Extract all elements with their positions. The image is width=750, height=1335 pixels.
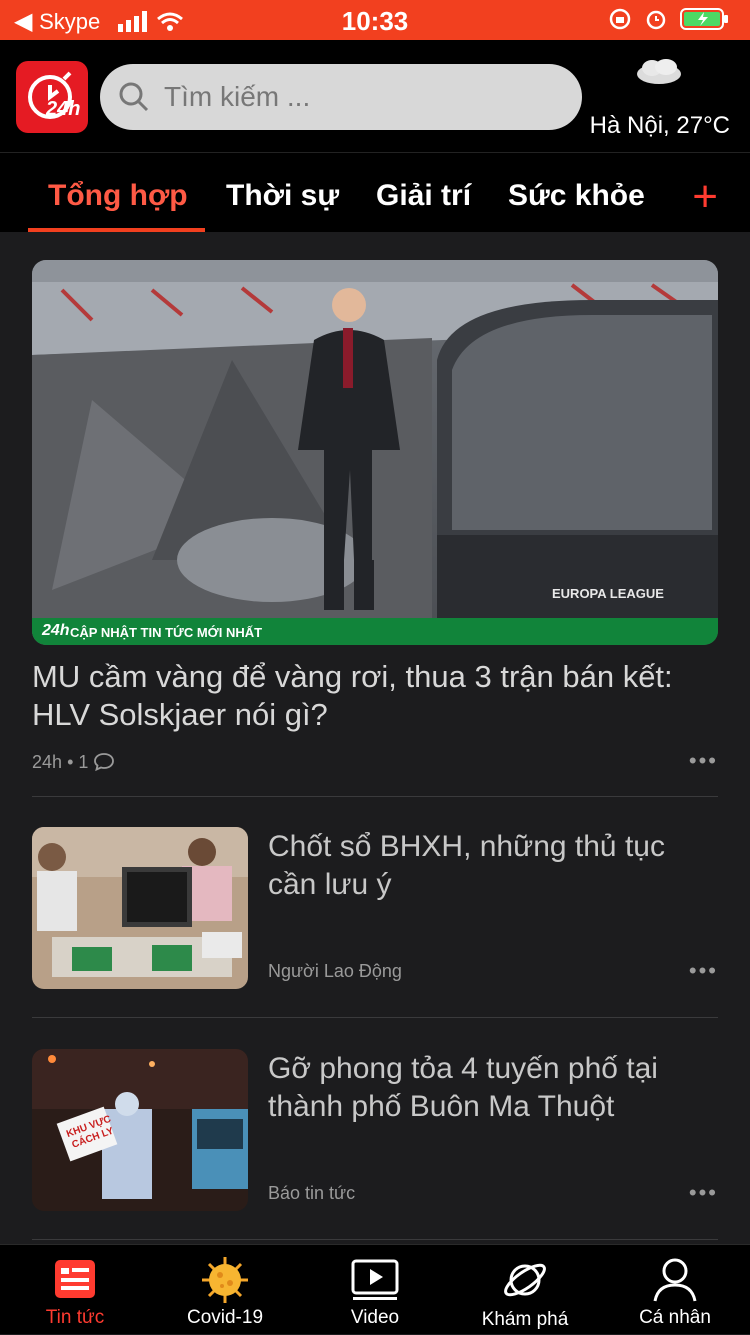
feed-divider xyxy=(32,796,718,797)
tab-giai-tri[interactable]: Giải trí xyxy=(376,179,471,213)
article-source: Báo tin tức xyxy=(268,1183,356,1203)
tabbar-covid[interactable]: Covid-19 xyxy=(150,1245,300,1335)
tabbar-tin-tuc[interactable]: Tin tức xyxy=(0,1245,150,1335)
tabbar-kham-pha[interactable]: Khám phá xyxy=(450,1245,600,1335)
svg-text:24h: 24h xyxy=(45,98,80,120)
svg-text:EUROPA LEAGUE: EUROPA LEAGUE xyxy=(552,586,664,601)
bottom-tab-bar: Tin tức Covid-19 Video Khám phá Cá nhân xyxy=(0,1244,750,1334)
news-feed[interactable]: EUROPA LEAGUE 24h CẬP NHẬT TIN TỨC MỚI N… xyxy=(0,232,750,1244)
article-thumbnail[interactable] xyxy=(32,827,248,989)
article-source: Người Lao Động xyxy=(268,961,402,981)
hero-headline[interactable]: MU cầm vàng để vàng rơi, thua 3 trận bán… xyxy=(32,658,718,734)
alarm-icon xyxy=(646,10,666,30)
app-header: 24h Tìm kiếm ... Hà Nội, 27°C xyxy=(0,40,750,152)
battery-icon xyxy=(680,8,728,30)
article-headline[interactable]: Gỡ phong tỏa 4 tuyến phố tại thành phố B… xyxy=(268,1050,718,1126)
app-logo[interactable]: 24h xyxy=(16,61,88,133)
tabbar-label: Khám phá xyxy=(481,1309,569,1330)
add-category-button[interactable]: + xyxy=(692,175,718,219)
tab-tong-hop[interactable]: Tổng hợp xyxy=(48,179,188,213)
feed-divider xyxy=(32,1239,718,1240)
tabbar-label: Video xyxy=(350,1307,400,1328)
article-thumbnail[interactable]: KHU VỰC CÁCH LY xyxy=(32,1049,248,1211)
article-headline[interactable]: Chốt sổ BHXH, những thủ tục cần lưu ý xyxy=(268,828,718,904)
hero-source: 24h xyxy=(32,752,63,772)
category-tabs: Tổng hợp Thời sự Giải trí Sức khỏe + xyxy=(0,152,750,232)
tabbar-ca-nhan[interactable]: Cá nhân xyxy=(600,1245,750,1335)
clock-logo-icon: 24h xyxy=(28,71,80,120)
hero-banner-text: CẬP NHẬT TIN TỨC MỚI NHẤT xyxy=(70,625,263,640)
hero-comment-count: 1 xyxy=(78,752,89,772)
user-icon xyxy=(653,1258,697,1302)
rotation-lock-icon xyxy=(609,8,631,30)
status-bar: ◀ Skype 10:33 xyxy=(0,0,750,40)
video-icon xyxy=(351,1259,399,1300)
planet-icon xyxy=(504,1263,546,1297)
tabbar-video[interactable]: Video xyxy=(300,1245,450,1335)
tabbar-label: Cá nhân xyxy=(639,1307,711,1328)
virus-icon xyxy=(202,1257,248,1303)
hero-image[interactable]: EUROPA LEAGUE 24h CẬP NHẬT TIN TỨC MỚI N… xyxy=(32,260,718,645)
tabbar-label: Tin tức xyxy=(45,1307,105,1328)
tabbar-label: Covid-19 xyxy=(186,1307,264,1328)
news-icon xyxy=(55,1260,95,1298)
cloud-icon xyxy=(637,59,681,84)
hero-photo: EUROPA LEAGUE xyxy=(32,260,718,645)
article-more-button[interactable]: ••• xyxy=(689,958,718,984)
search-icon xyxy=(119,82,149,112)
search-placeholder: Tìm kiếm ... xyxy=(164,81,311,112)
meta-separator: • xyxy=(67,752,79,772)
article-more-button[interactable]: ••• xyxy=(689,1180,718,1206)
article-photo xyxy=(32,827,248,989)
tab-suc-khoe[interactable]: Sức khỏe xyxy=(508,179,645,213)
feed-divider xyxy=(32,1017,718,1018)
search-input[interactable]: Tìm kiếm ... xyxy=(100,64,582,130)
tab-thoi-su[interactable]: Thời sự xyxy=(226,179,339,213)
comment-icon xyxy=(94,753,115,772)
hero-more-button[interactable]: ••• xyxy=(689,748,718,774)
hero-meta: 24h • 1 xyxy=(32,752,115,773)
weather-city-temp: Hà Nội, 27°C xyxy=(589,112,730,139)
hero-banner-logo: 24h xyxy=(42,622,70,639)
